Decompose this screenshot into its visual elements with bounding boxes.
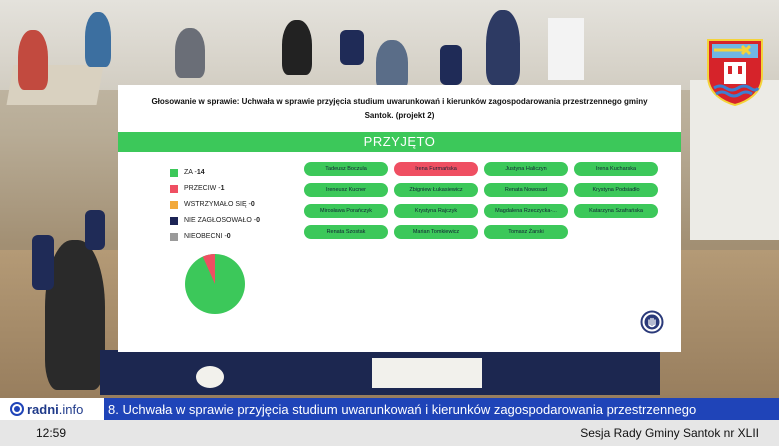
legend-item: WSTRZYMAŁO SIĘ - 0 [170, 197, 300, 212]
voter-chip: Renata Nowosad [484, 183, 568, 197]
legend-count: 0 [226, 233, 231, 240]
voter-chip: Mirosława Porańczyk [304, 204, 388, 218]
legend-label: NIEOBECNI - [184, 233, 227, 240]
voter-chip: Zbigniew Łukasiewicz [394, 183, 478, 197]
voter-chip: Ireneusz Kucner [304, 183, 388, 197]
radni-logo-icon: radni .info [0, 398, 104, 420]
voter-chip: Marian Tomkiewicz [394, 225, 478, 239]
brand-suffix: .info [58, 401, 84, 417]
chair [440, 45, 462, 85]
legend-count: 14 [196, 169, 205, 176]
person-figure [85, 12, 111, 67]
vote-legend: ZA - 14 PRZECIW - 1 WSTRZYMAŁO SIĘ - 0 NIE … [170, 165, 300, 245]
news-ticker: radni .info 8. Uchwała w sprawie przyjęci… [0, 398, 779, 420]
voter-chip: Magdalena Rzeczycka-... [484, 204, 568, 218]
legend-count: 0 [250, 201, 255, 208]
legend-swatch [170, 232, 178, 241]
legend-item: NIEOBECNI - 0 [170, 229, 300, 244]
legend-count: 0 [256, 217, 260, 224]
legend-swatch [170, 168, 178, 177]
ticker-headline: 8. Uchwała w sprawie przyjęcia studium u… [108, 401, 697, 417]
radni-logo-mark [10, 402, 24, 416]
voter-chip: Tomasz Żarski [484, 225, 568, 239]
result-banner: PRZYJĘTO [118, 132, 681, 152]
legend-count: 1 [220, 185, 225, 192]
legend-label: PRZECIW - [184, 185, 221, 192]
vote-pie-chart [184, 253, 246, 315]
person-figure [175, 28, 205, 78]
brand-name: radni [27, 401, 59, 417]
legend-label: ZA - [184, 169, 197, 176]
person-figure [486, 10, 520, 85]
legend-label: NIE ZAGŁOSOWAŁO - [184, 217, 257, 224]
flag-stand [548, 18, 584, 80]
voter-chip: Renata Szostak [304, 225, 388, 239]
voting-results-panel: Głosowanie w sprawie: Uchwała w sprawie … [118, 85, 681, 352]
legend-label: WSTRZYMAŁO SIĘ - [184, 201, 251, 208]
voter-list: Tadeusz Boczula Irena Furmańska Justyna Ha… [304, 162, 664, 239]
coat-of-arms-icon [706, 38, 764, 107]
voter-chip: Katarzyna Szafrańska [574, 204, 658, 218]
voter-chip: Irena Furmańska [394, 162, 478, 176]
voter-chip: Krystyna Rajczyk [394, 204, 478, 218]
legend-item: ZA - 14 [170, 165, 300, 180]
voting-title: Głosowanie w sprawie: Uchwała w sprawie … [151, 97, 648, 120]
legend-item: NIE ZAGŁOSOWAŁO - 0 [170, 213, 300, 228]
papers-on-desk [372, 358, 482, 388]
legend-item: PRZECIW - 1 [170, 181, 300, 196]
chair [340, 30, 364, 65]
legend-swatch [170, 216, 178, 225]
chair [32, 235, 54, 290]
clock-time: 12:59 [36, 426, 67, 440]
voter-chip: Irena Kucharska [574, 162, 658, 176]
voter-chip: Krystyna Podsiadło [574, 183, 658, 197]
voter-chip: Justyna Haliczyn [484, 162, 568, 176]
voter-chip: Tadeusz Boczula [304, 162, 388, 176]
session-name: Sesja Rady Gminy Santok nr XLII [580, 426, 759, 440]
chair [85, 210, 105, 250]
coffee-cup [196, 366, 224, 388]
person-figure [376, 40, 408, 90]
person-figure [45, 240, 105, 390]
raised-hand-icon [640, 310, 664, 334]
legend-swatch [170, 184, 178, 193]
status-bar: 12:59 Sesja Rady Gminy Santok nr XLII [0, 420, 779, 446]
person-figure [18, 30, 48, 90]
legend-swatch [170, 200, 178, 209]
person-figure [282, 20, 312, 75]
